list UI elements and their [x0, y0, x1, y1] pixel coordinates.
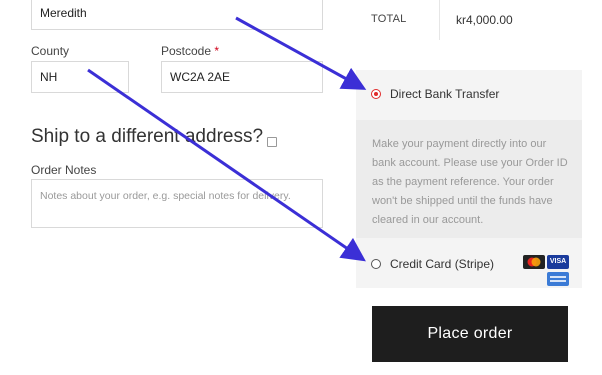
annotation-arrows	[87, 16, 367, 262]
arrow-to-bank-transfer	[235, 16, 367, 90]
arrow-to-credit-card	[87, 68, 366, 262]
